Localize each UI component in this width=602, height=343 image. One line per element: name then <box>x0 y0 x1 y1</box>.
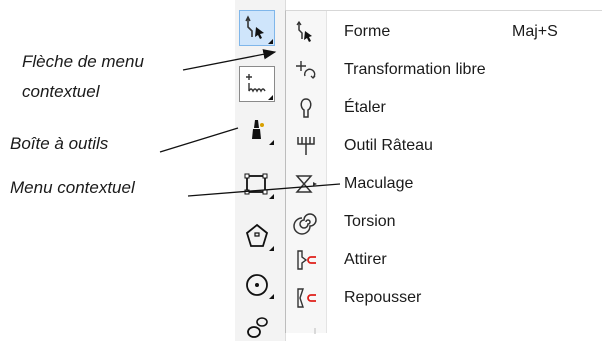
flyout-arrow-icon[interactable] <box>269 194 274 199</box>
flyout-arrow-icon[interactable] <box>269 294 274 299</box>
menu-item-label: Maculage <box>344 174 414 192</box>
polygon-tool-button[interactable] <box>239 218 275 254</box>
menu-item-label: Torsion <box>344 212 396 230</box>
menu-item-etaler[interactable]: Étaler <box>286 89 602 126</box>
context-menu: Forme Maj+S Transformation libre Étaler … <box>285 10 602 333</box>
twirl-icon <box>293 212 317 235</box>
flyout-arrow-icon[interactable] <box>268 39 273 44</box>
menu-item-torsion[interactable]: Torsion <box>286 203 602 240</box>
polygon-tool-icon <box>245 223 269 247</box>
menu-item-label: Outil Râteau <box>344 136 433 154</box>
menu-item-label: Attirer <box>344 250 387 268</box>
ellipse-tool-button[interactable] <box>239 266 275 302</box>
shape-tool-button[interactable] <box>239 10 275 46</box>
smart-fill-tool-button[interactable] <box>239 112 275 148</box>
attract-icon <box>297 249 316 270</box>
ellipse-tool-icon <box>246 274 268 296</box>
menu-item-label: Étaler <box>344 98 386 116</box>
annotation-menu-contextuel: Menu contextuel <box>10 178 135 197</box>
menu-item-attirer[interactable]: Attirer <box>286 241 602 278</box>
toolbox <box>235 0 286 341</box>
flyout-arrow-icon[interactable] <box>269 246 274 251</box>
repel-icon <box>297 287 316 308</box>
shape-flyout-button[interactable] <box>239 307 275 343</box>
rake-icon <box>297 136 315 155</box>
flyout-arrow-icon[interactable] <box>269 140 274 145</box>
smear-icon <box>300 97 312 118</box>
menu-item-forme[interactable]: Forme Maj+S <box>286 13 602 50</box>
curve-tool-button[interactable] <box>239 66 275 102</box>
smart-fill-icon <box>252 120 264 139</box>
menu-item-outil-rateau[interactable]: Outil Râteau <box>286 127 602 164</box>
menu-item-label: Repousser <box>344 288 422 306</box>
shape-flyout-icon <box>247 317 268 338</box>
annotation-boite-a-outils: Boîte à outils <box>10 134 109 153</box>
annotation-fleche-line2: contextuel <box>22 82 100 101</box>
menu-bottom-edge <box>314 328 316 334</box>
annotation-fleche-line1: Flèche de menu <box>22 52 144 71</box>
smudge-icon <box>295 174 317 193</box>
rectangle-tool-button[interactable] <box>239 166 275 202</box>
menu-item-transformation-libre[interactable]: Transformation libre <box>286 51 602 88</box>
flyout-arrow-icon[interactable] <box>268 95 273 100</box>
leader-boite-line <box>159 127 239 153</box>
menu-item-shortcut: Maj+S <box>512 22 558 40</box>
shape-tool-icon <box>296 20 312 42</box>
menu-item-maculage[interactable]: Maculage <box>286 165 602 202</box>
menu-item-repousser[interactable]: Repousser <box>286 279 602 316</box>
rectangle-tool-icon <box>244 173 268 195</box>
free-transform-icon <box>296 60 316 79</box>
menu-item-label: Transformation libre <box>344 60 486 78</box>
menu-item-label: Forme <box>344 22 391 40</box>
